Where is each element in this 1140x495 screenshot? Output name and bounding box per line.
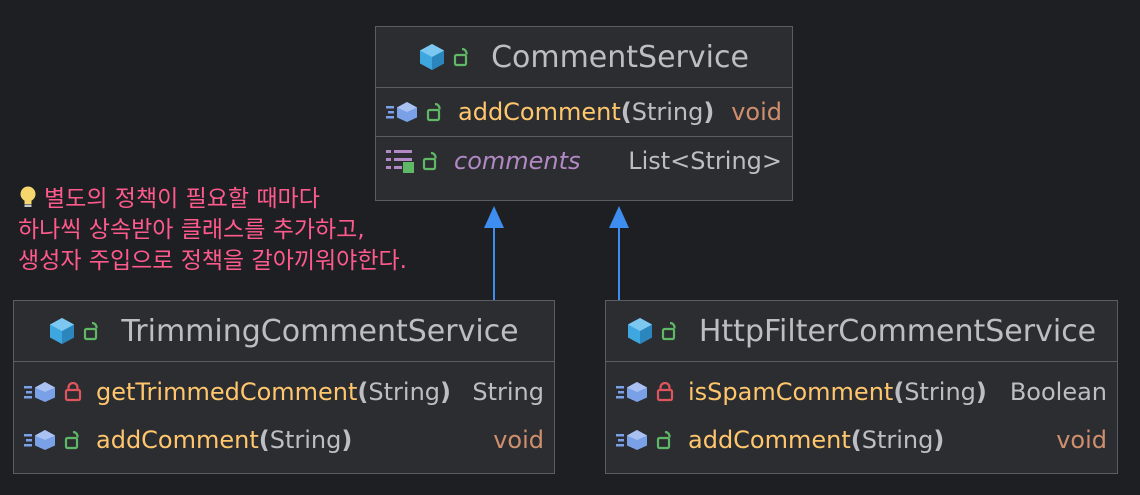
method-row[interactable]: addComment(String) void: [386, 88, 782, 136]
return-type: void: [1056, 426, 1107, 454]
lightbulb-icon: [18, 184, 38, 215]
field-name: comments: [454, 147, 581, 175]
return-type: void: [731, 98, 782, 126]
arrow-httpfilter-to-commentservice: [609, 206, 629, 300]
class-name: CommentService: [491, 39, 749, 75]
open-paren: (: [850, 426, 862, 454]
method-row[interactable]: addComment(String) void: [24, 416, 544, 464]
note-line: 별도의 정책이 필요할 때마다: [18, 184, 407, 215]
return-type: Boolean: [1009, 378, 1107, 406]
open-paren: (: [893, 378, 905, 406]
class-box-trimming-comment-service[interactable]: TrimmingCommentService getTrimmedComment…: [13, 300, 555, 474]
method-name: addComment: [688, 426, 851, 454]
method-param: String: [904, 378, 976, 406]
class-icon: [419, 43, 445, 71]
class-box-http-filter-comment-service[interactable]: HttpFilterCommentService isSpamComment(S…: [605, 300, 1118, 474]
class-box-comment-service[interactable]: CommentService addComment(String) void c…: [375, 26, 793, 201]
unlock-icon: [83, 321, 101, 341]
class-header: HttpFilterCommentService: [606, 301, 1117, 362]
method-param: String: [269, 426, 342, 454]
close-paren: ): [975, 378, 987, 406]
method-row[interactable]: isSpamComment(String) Boolean: [616, 368, 1107, 416]
method-row[interactable]: getTrimmedComment(String) String: [24, 368, 544, 416]
unlock-icon: [656, 430, 674, 450]
return-type: String: [472, 378, 544, 406]
unlock-icon: [661, 321, 679, 341]
methods-section: addComment(String) void: [376, 88, 792, 137]
open-paren: (: [620, 98, 632, 126]
field-type: List<String>: [628, 147, 782, 175]
method-name: addComment: [96, 426, 259, 454]
class-header: CommentService: [376, 27, 792, 88]
method-name: addComment: [458, 98, 621, 126]
unlock-icon: [64, 430, 82, 450]
method-icon: [24, 381, 58, 403]
close-paren: ): [341, 426, 353, 454]
method-icon: [24, 429, 58, 451]
class-icon: [49, 317, 75, 345]
policy-note: 별도의 정책이 필요할 때마다 하나씩 상속받아 클래스를 추가하고, 생성자 …: [18, 184, 407, 277]
methods-section: isSpamComment(String) Boolean addComment…: [606, 362, 1117, 464]
method-row[interactable]: addComment(String) void: [616, 416, 1107, 464]
open-paren: (: [357, 378, 369, 406]
class-icon: [627, 317, 653, 345]
return-type: void: [493, 426, 544, 454]
lock-icon: [656, 382, 674, 402]
method-name: isSpamComment: [688, 378, 894, 406]
note-line: 하나씩 상속받아 클래스를 추가하고,: [18, 217, 365, 243]
class-name: TrimmingCommentService: [121, 313, 519, 349]
field-row[interactable]: comments List<String>: [386, 137, 782, 185]
unlock-icon: [422, 151, 440, 171]
methods-section: getTrimmedComment(String) String addComm…: [14, 362, 554, 464]
method-icon: [616, 429, 650, 451]
method-param: String: [861, 426, 934, 454]
lock-icon: [64, 382, 82, 402]
close-paren: ): [933, 426, 945, 454]
class-name: HttpFilterCommentService: [698, 313, 1097, 349]
note-line: 생성자 주입으로 정책을 갈아끼워야한다.: [18, 248, 407, 274]
class-header: TrimmingCommentService: [14, 301, 554, 362]
field-icon: [386, 148, 416, 174]
unlock-icon: [426, 102, 444, 122]
unlock-icon: [453, 47, 471, 67]
method-icon: [386, 101, 420, 123]
close-paren: ): [440, 378, 451, 406]
fields-section: comments List<String>: [376, 137, 792, 185]
open-paren: (: [258, 426, 270, 454]
close-paren: ): [703, 98, 715, 126]
method-param: String: [368, 378, 441, 406]
method-param: String: [631, 98, 704, 126]
arrow-trimming-to-commentservice: [484, 206, 504, 300]
method-icon: [616, 381, 650, 403]
method-name: getTrimmedComment: [96, 378, 358, 406]
